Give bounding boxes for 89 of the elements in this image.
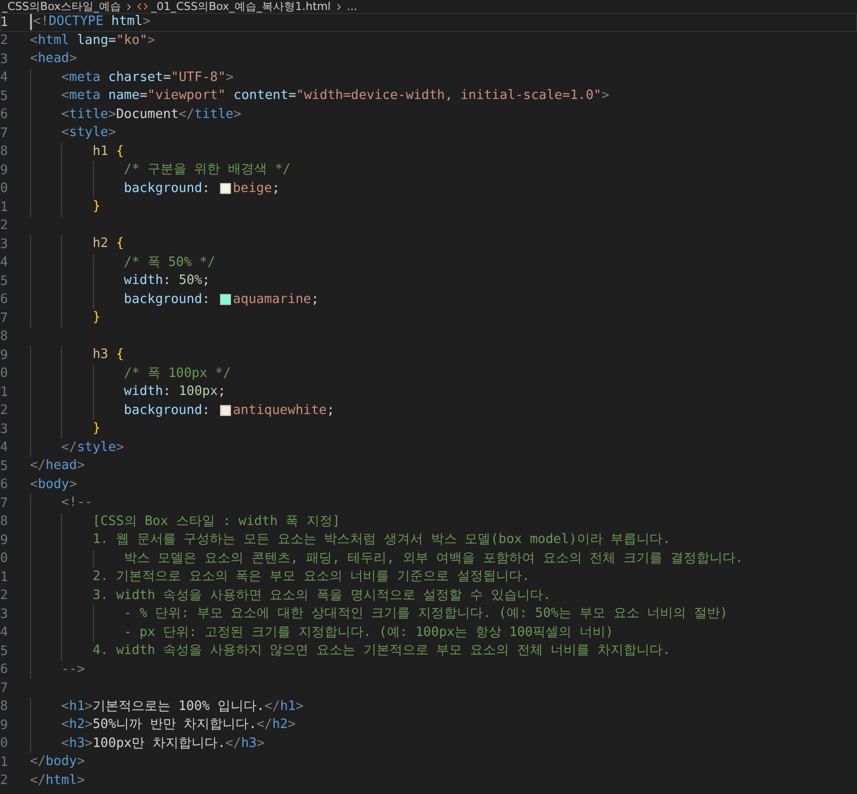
- line-number: 4: [0, 69, 9, 87]
- code-text: }: [30, 198, 100, 216]
- line-number: 7: [0, 124, 9, 142]
- line-number: 5: [0, 88, 9, 106]
- line-number: 0: [0, 180, 9, 198]
- line-number: 1: [0, 198, 9, 216]
- code-text: /* 폭 100px */: [30, 364, 231, 383]
- line-number: 2: [0, 402, 9, 420]
- code-text: <html lang="ko">: [30, 32, 156, 50]
- code-text: }: [30, 420, 100, 438]
- line-number: 6: [0, 106, 9, 124]
- line-number: 3: [0, 50, 9, 68]
- line-number: 4: [0, 439, 9, 457]
- code-text: [CSS의 Box 스타일 : width 폭 지정]: [30, 512, 340, 531]
- code-text: <h1>기본적으로는 100% 입니다.</h1>: [30, 698, 304, 716]
- line-number: 1: [0, 14, 9, 32]
- code-text: beige;: [232, 180, 280, 198]
- line-number: 7: [0, 494, 9, 512]
- line-number: 3: [0, 606, 9, 624]
- breadcrumb-item[interactable]: _01_CSS의Box_예습_복사형1.html: [151, 0, 331, 13]
- code-text: h1 {: [30, 142, 124, 161]
- line-number: 5: [0, 642, 9, 660]
- line-number: 1: [0, 384, 9, 402]
- code-file-icon: [137, 1, 148, 12]
- line-number: 5: [0, 272, 9, 290]
- text-cursor: [30, 14, 32, 30]
- code-text: <meta charset="UTF-8">: [30, 68, 234, 87]
- code-text: <head>: [30, 50, 77, 68]
- code-text: <!DOCTYPE html>: [33, 13, 150, 31]
- code-text: width: 50%;: [30, 272, 210, 290]
- line-number: 2: [0, 772, 9, 790]
- code-text: 2. 기본적으로 요소의 폭은 부모 요소의 너비를 기준으로 설정됩니다.: [30, 568, 530, 586]
- line-number: 8: [0, 143, 9, 161]
- code-text: }: [30, 309, 100, 328]
- line-number: 2: [0, 217, 9, 235]
- code-text: /* 구분을 위한 배경색 */: [30, 161, 291, 180]
- line-number: 9: [0, 346, 9, 364]
- code-text: background:: [30, 290, 218, 309]
- line-number: 8: [0, 698, 9, 716]
- code-text: <title>Document</title>: [30, 106, 242, 124]
- line-number: 9: [0, 532, 9, 550]
- code-text: - % 단위: 부모 요소에 대한 상대적인 크기를 지정합니다. (예: 50%는 부모 요소 너비의 절반): [30, 605, 728, 624]
- code-text: -->: [30, 660, 85, 679]
- code-text: <!--: [30, 494, 93, 512]
- line-number: 2: [0, 32, 9, 50]
- line-number: 6: [0, 291, 9, 309]
- code-text: <h3>100px만 차지합니다.</h3>: [30, 734, 265, 753]
- code-text: <body>: [30, 476, 77, 494]
- code-text: <meta name="viewport" content="width=device-width, initial-scale=1.0">: [30, 87, 610, 106]
- line-number: 2: [0, 587, 9, 605]
- code-text: h3 {: [30, 346, 124, 364]
- code-text: 3. width 속성을 사용하면 요소의 폭을 명시적으로 설정할 수 있습니다.: [30, 586, 551, 605]
- code-text: </body>: [30, 753, 85, 771]
- line-number: 5: [0, 458, 9, 476]
- line-number: 1: [0, 568, 9, 586]
- line-number: 6: [0, 476, 9, 494]
- code-text: background:: [30, 180, 218, 198]
- line-number: 9: [0, 716, 9, 734]
- code-text: background:: [30, 402, 218, 420]
- code-text: width: 100px;: [30, 383, 226, 402]
- breadcrumb-item[interactable]: ...: [346, 0, 358, 13]
- code-text: 박스 모델은 요소의 콘텐츠, 패딩, 테두리, 외부 여백을 포함하여 요소의 전체 크기를 결정합니다.: [30, 550, 744, 568]
- line-number: 0: [0, 735, 9, 753]
- code-text: aquamarine;: [232, 290, 319, 308]
- code-text: antiquewhite;: [232, 402, 335, 420]
- line-number: 1: [0, 754, 9, 772]
- line-number: 4: [0, 624, 9, 642]
- line-number: 9: [0, 162, 9, 180]
- code-text: h2 {: [30, 235, 124, 254]
- line-number: 0: [0, 365, 9, 383]
- line-number: 3: [0, 236, 9, 254]
- line-number: 8: [0, 328, 9, 346]
- code-text: 4. width 속성을 사용하지 않으면 요소는 기본적으로 부모 요소의 전체 너비를 차지합니다.: [30, 642, 670, 660]
- code-text: </head>: [30, 457, 85, 475]
- code-text: - px 단위: 고정된 크기를 지정합니다. (예: 100px는 항상 100픽셀의 너비): [30, 624, 614, 642]
- breadcrumb-item[interactable]: _CSS의Box스타일_예습: [2, 0, 122, 13]
- line-number: 7: [0, 310, 9, 328]
- line-number: 7: [0, 680, 9, 698]
- code-text: <style>: [30, 124, 116, 142]
- code-text: </html>: [30, 772, 85, 790]
- code-text: <h2>50%니까 반만 차지합니다.</h2>: [30, 716, 296, 734]
- code-text: 1. 웹 문서를 구성하는 모든 요소는 박스처럼 생겨서 박스 모델(box model)이라 부릅니다.: [30, 531, 670, 550]
- line-number: 8: [0, 513, 9, 531]
- code-text: /* 폭 50% */: [30, 254, 216, 272]
- line-number: 6: [0, 661, 9, 679]
- line-number: 4: [0, 254, 9, 272]
- line-number: 0: [0, 550, 9, 568]
- code-text: </style>: [30, 438, 124, 457]
- line-number: 3: [0, 420, 9, 438]
